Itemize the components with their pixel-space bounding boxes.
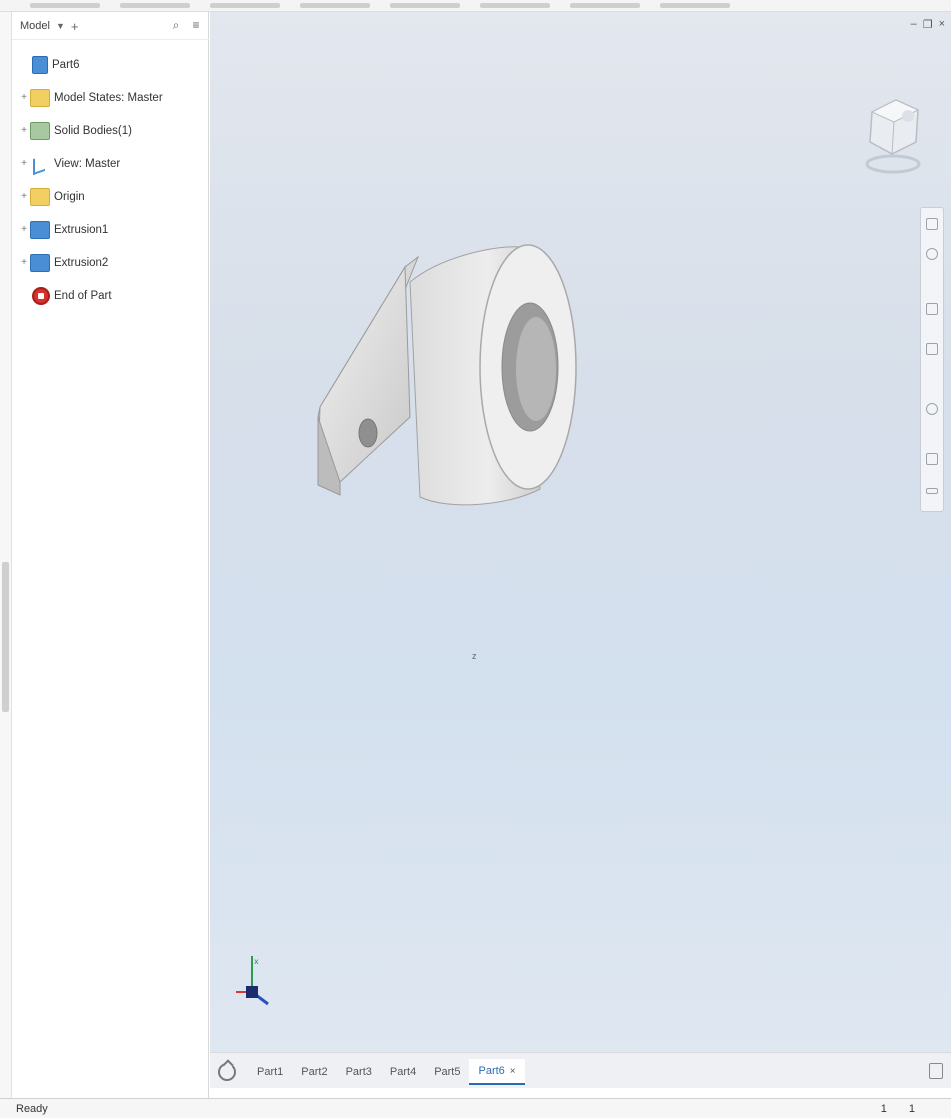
coordinate-triad-icon: x xyxy=(236,956,269,1006)
orbit-icon[interactable] xyxy=(926,403,938,415)
ribbon-tab[interactable] xyxy=(390,3,460,8)
tree-item-extrusion2[interactable]: + Extrusion2 xyxy=(18,246,206,279)
tree-item-label: End of Part xyxy=(54,289,112,302)
folder-icon xyxy=(30,88,50,107)
folder-icon xyxy=(30,187,50,206)
doc-tab-part4[interactable]: Part4 xyxy=(381,1059,425,1085)
status-text: Ready xyxy=(16,1103,48,1115)
zoom-icon[interactable] xyxy=(926,343,938,355)
ribbon-tab[interactable] xyxy=(660,3,730,8)
doc-tab-part6[interactable]: Part6 × xyxy=(469,1059,525,1085)
tree-item-label: Extrusion2 xyxy=(54,256,109,269)
browser-header: Model ▼ + ⌕ ≡ xyxy=(12,12,209,40)
status-count-1: 1 xyxy=(880,1103,887,1115)
expand-icon[interactable]: + xyxy=(18,92,30,103)
part-3d-model[interactable] xyxy=(310,227,590,517)
navigation-bar[interactable] xyxy=(920,207,944,512)
restore-icon[interactable]: ❐ xyxy=(923,18,933,31)
tree-item-label: View: Master xyxy=(54,157,121,170)
end-of-part-icon xyxy=(32,286,50,305)
doc-tab-label: Part4 xyxy=(389,1066,417,1078)
viewcube-icon[interactable] xyxy=(858,82,928,182)
home-icon[interactable] xyxy=(218,1063,236,1081)
steering-wheel-icon[interactable] xyxy=(926,248,938,260)
solid-bodies-icon xyxy=(30,121,50,140)
tree-item-model-states[interactable]: + Model States: Master xyxy=(18,81,206,114)
triad-axis-label: x xyxy=(254,957,259,966)
doc-tab-label: Part1 xyxy=(257,1066,284,1078)
view-icon xyxy=(30,155,50,173)
doc-tab-label: Part6 xyxy=(478,1065,505,1077)
expand-icon[interactable]: + xyxy=(18,224,30,235)
doc-tab-part2[interactable]: Part2 xyxy=(292,1059,336,1085)
tree-item-extrusion1[interactable]: + Extrusion1 xyxy=(18,213,206,246)
tab-layout-icon[interactable] xyxy=(929,1063,943,1079)
pan-icon[interactable] xyxy=(926,303,938,315)
cursor-marker: z xyxy=(472,648,484,670)
cursor-label: z xyxy=(472,651,477,661)
doc-tab-label: Part2 xyxy=(301,1066,328,1078)
browser-tree: Part6 + Model States: Master + Solid Bod… xyxy=(18,48,206,312)
expand-icon[interactable]: + xyxy=(18,257,30,268)
viewport-window-controls: – ❐ × xyxy=(911,18,945,31)
status-count-2: 1 xyxy=(908,1103,915,1115)
status-bar: Ready 1 1 xyxy=(0,1098,951,1118)
look-at-icon[interactable] xyxy=(926,453,938,465)
minimize-icon[interactable]: – xyxy=(911,18,917,31)
status-counters: 1 1 xyxy=(881,1103,915,1115)
tree-item-origin[interactable]: + Origin xyxy=(18,180,206,213)
browser-title-label: Model xyxy=(20,20,50,32)
tree-item-label: Extrusion1 xyxy=(54,223,109,236)
doc-tab-label: Part3 xyxy=(345,1066,372,1078)
ribbon-tab[interactable] xyxy=(120,3,190,8)
doc-tab-part3[interactable]: Part3 xyxy=(337,1059,381,1085)
doc-tab-label: Part5 xyxy=(434,1066,461,1078)
doc-tab-part1[interactable]: Part1 xyxy=(248,1059,292,1085)
ribbon-tab[interactable] xyxy=(480,3,550,8)
document-tab-bar: Part1 Part2 Part3 Part4 Part5 Part6 × xyxy=(210,1052,951,1088)
search-icon[interactable]: ⌕ xyxy=(169,18,183,32)
tree-item-label: Part6 xyxy=(52,58,80,71)
model-browser: Model ▼ + ⌕ ≡ Part6 + Model States: Mast… xyxy=(12,12,209,1098)
menu-icon[interactable]: ≡ xyxy=(189,18,203,32)
ribbon-tab[interactable] xyxy=(300,3,370,8)
tree-item-view[interactable]: + View: Master xyxy=(18,147,206,180)
browser-tools: ⌕ ≡ xyxy=(169,18,203,32)
ribbon-tab[interactable] xyxy=(30,3,100,8)
chevron-down-icon[interactable]: ▼ xyxy=(56,21,65,31)
document-tabs: Part1 Part2 Part3 Part4 Part5 Part6 × xyxy=(248,1059,525,1085)
part-icon xyxy=(32,55,48,74)
tree-item-end-of-part[interactable]: End of Part xyxy=(18,279,206,312)
close-icon[interactable]: × xyxy=(510,1066,516,1077)
tree-item-part[interactable]: Part6 xyxy=(18,48,206,81)
left-edge-strip xyxy=(0,12,12,1098)
ribbon-strip xyxy=(0,0,951,12)
tree-item-label: Origin xyxy=(54,190,85,203)
expand-icon[interactable]: + xyxy=(18,158,30,169)
tree-item-label: Model States: Master xyxy=(54,91,163,104)
panel-resize-grip[interactable] xyxy=(2,562,9,712)
navbar-customize-icon[interactable] xyxy=(926,488,938,494)
tree-item-solid-bodies[interactable]: + Solid Bodies(1) xyxy=(18,114,206,147)
ribbon-tab[interactable] xyxy=(210,3,280,8)
expand-icon[interactable]: + xyxy=(18,125,30,136)
extrusion-icon xyxy=(30,253,50,272)
tree-item-label: Solid Bodies(1) xyxy=(54,124,132,137)
plus-icon[interactable]: + xyxy=(71,20,79,33)
navbar-pin-icon[interactable] xyxy=(926,218,938,230)
graphics-viewport[interactable]: – ❐ × z x xyxy=(210,12,951,1052)
browser-title[interactable]: Model ▼ + xyxy=(20,20,79,33)
expand-icon[interactable]: + xyxy=(18,191,30,202)
extrusion-icon xyxy=(30,220,50,239)
ribbon-tab[interactable] xyxy=(570,3,640,8)
close-icon[interactable]: × xyxy=(939,18,945,31)
doc-tab-part5[interactable]: Part5 xyxy=(425,1059,469,1085)
